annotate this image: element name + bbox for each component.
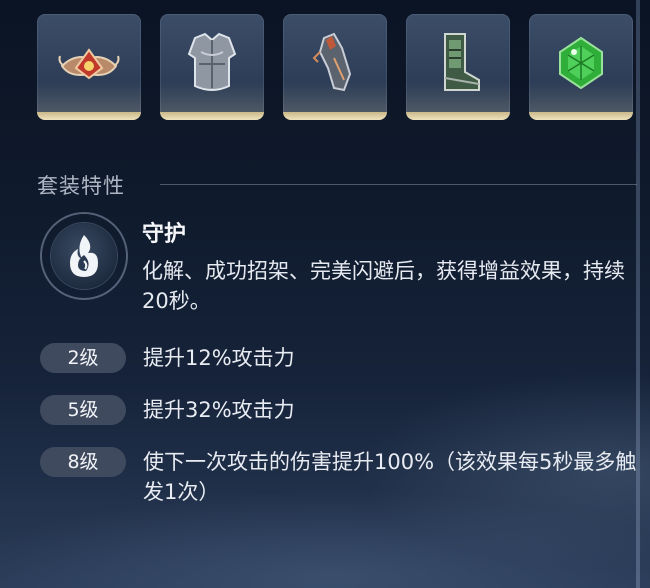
- level-badge: 8级: [40, 447, 126, 477]
- skill-description: 化解、成功招架、完美闪避后，获得增益效果，持续20秒。: [142, 259, 625, 313]
- skill-badge[interactable]: [40, 212, 128, 300]
- gauntlet-icon: [312, 32, 352, 92]
- level-effect: 使下一次攻击的伤害提升100%（该效果每5秒最多触发1次）: [143, 450, 637, 504]
- chest-armor-icon: [187, 32, 237, 91]
- boots-icon: [444, 33, 480, 91]
- equipment-slot-helmet[interactable]: [37, 14, 141, 120]
- section-title: 套装特性: [37, 174, 125, 198]
- equipment-slot-gem[interactable]: [529, 14, 633, 120]
- equipment-slot-boots[interactable]: [406, 14, 510, 120]
- level-effect: 提升12%攻击力: [143, 346, 295, 370]
- section-divider: [160, 184, 637, 185]
- green-gem-icon: [559, 36, 603, 90]
- equipment-slots: [37, 14, 637, 124]
- helmet-crown-icon: [58, 48, 120, 80]
- skill-name: 守护: [142, 222, 187, 247]
- level-effect: 提升32%攻击力: [143, 398, 295, 422]
- equipment-slot-chest[interactable]: [160, 14, 264, 120]
- flame-guard-icon: [70, 235, 98, 277]
- level-badge: 2级: [40, 343, 126, 373]
- level-badge: 5级: [40, 395, 126, 425]
- equipment-slot-gloves[interactable]: [283, 14, 387, 120]
